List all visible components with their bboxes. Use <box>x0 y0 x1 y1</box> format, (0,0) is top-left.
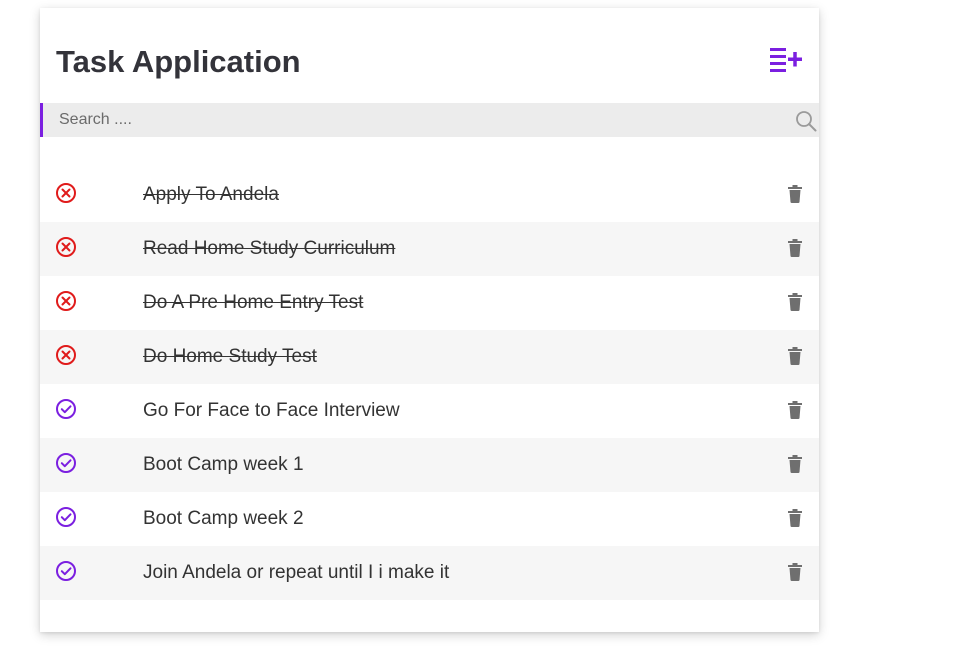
task-row: Read Home Study Curriculum <box>40 222 819 276</box>
search-icon[interactable] <box>795 110 817 132</box>
task-app-card: Task Application Apply To A <box>40 8 819 632</box>
trash-icon[interactable] <box>787 185 803 203</box>
trash-icon[interactable] <box>787 563 803 581</box>
trash-icon[interactable] <box>787 347 803 365</box>
search-input[interactable] <box>59 103 759 137</box>
check-circle-icon[interactable] <box>55 452 77 474</box>
close-circle-icon[interactable] <box>55 182 77 204</box>
task-label: Go For Face to Face Interview <box>143 400 400 421</box>
task-label: Apply To Andela <box>143 184 279 205</box>
close-circle-icon[interactable] <box>55 290 77 312</box>
task-row: Do A Pre Home Entry Test <box>40 276 819 330</box>
close-circle-icon[interactable] <box>55 344 77 366</box>
add-task-button[interactable] <box>768 46 804 74</box>
task-label: Do Home Study Test <box>143 346 317 367</box>
task-label: Boot Camp week 2 <box>143 508 304 529</box>
trash-icon[interactable] <box>787 509 803 527</box>
task-label: Read Home Study Curriculum <box>143 238 396 259</box>
close-circle-icon[interactable] <box>55 236 77 258</box>
trash-icon[interactable] <box>787 239 803 257</box>
task-label: Boot Camp week 1 <box>143 454 304 475</box>
check-circle-icon[interactable] <box>55 560 77 582</box>
task-label: Join Andela or repeat until I i make it <box>143 562 450 583</box>
search-bar <box>40 103 819 137</box>
task-row: Apply To Andela <box>40 168 819 222</box>
task-row: Do Home Study Test <box>40 330 819 384</box>
task-row: Boot Camp week 2 <box>40 492 819 546</box>
task-row: Go For Face to Face Interview <box>40 384 819 438</box>
playlist-add-icon <box>770 48 802 72</box>
task-row: Join Andela or repeat until I i make it <box>40 546 819 600</box>
task-label: Do A Pre Home Entry Test <box>143 292 364 313</box>
task-list: Apply To Andela Read Home Study Curricul… <box>40 168 819 600</box>
trash-icon[interactable] <box>787 455 803 473</box>
app-header: Task Application <box>40 8 819 103</box>
trash-icon[interactable] <box>787 401 803 419</box>
trash-icon[interactable] <box>787 293 803 311</box>
page-title: Task Application <box>56 44 301 79</box>
check-circle-icon[interactable] <box>55 398 77 420</box>
task-row: Boot Camp week 1 <box>40 438 819 492</box>
check-circle-icon[interactable] <box>55 506 77 528</box>
